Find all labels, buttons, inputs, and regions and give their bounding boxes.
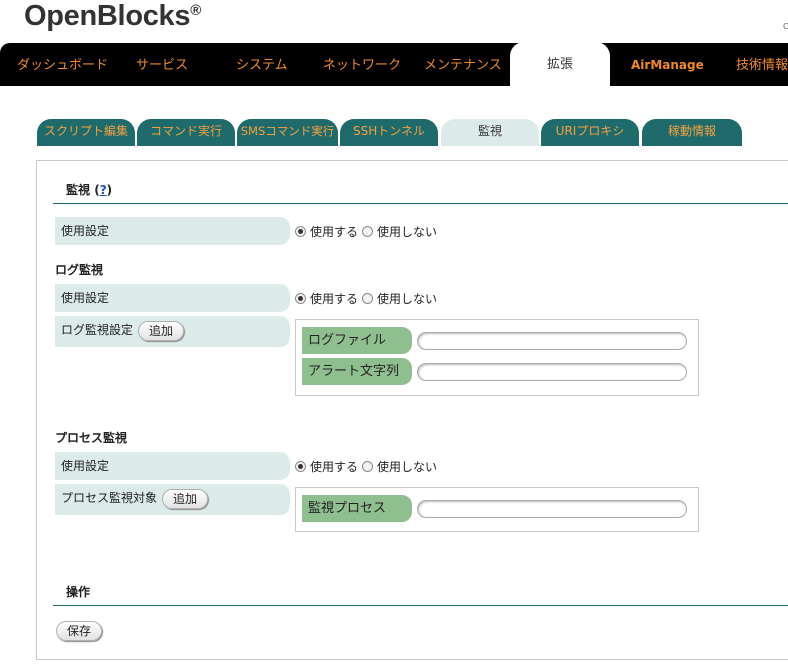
log-usage-on-label: 使用する — [310, 292, 359, 306]
log-usage-off-radio[interactable] — [362, 293, 374, 304]
nav-dashboard[interactable]: ダッシュボード — [17, 43, 108, 86]
log-usage-off-label: 使用しない — [377, 292, 438, 306]
process-usage-off-radio[interactable] — [362, 461, 374, 472]
log-usage-label: 使用設定 — [55, 284, 290, 312]
tab-sms-command-exec[interactable]: SMSコマンド実行 — [237, 119, 338, 146]
monitor-process-label: 監視プロセス — [302, 495, 412, 522]
help-link[interactable]: ? — [100, 183, 107, 197]
log-usage-radio-group: 使用する 使用しない — [295, 290, 441, 307]
nav-airmanage[interactable]: AirManage — [631, 43, 704, 86]
tab-monitor[interactable]: 監視 — [441, 119, 539, 146]
save-button[interactable]: 保存 — [56, 621, 103, 641]
operations-title: 操作 — [66, 585, 91, 599]
log-add-button[interactable]: 追加 — [138, 321, 185, 341]
tab-uri-proxy[interactable]: URIプロキシ — [541, 119, 639, 146]
log-monitor-title: ログ監視 — [55, 263, 104, 277]
process-usage-off-label: 使用しない — [377, 460, 438, 474]
tab-command-exec[interactable]: コマンド実行 — [137, 119, 235, 146]
log-file-input[interactable] — [417, 332, 687, 350]
nav-extension[interactable]: 拡張 — [510, 42, 610, 87]
log-usage-on-radio[interactable] — [295, 293, 306, 304]
process-target-label: プロセス監視対象 — [61, 491, 158, 505]
log-setting-label: ログ監視設定 — [61, 323, 134, 337]
nav-network[interactable]: ネットワーク — [323, 43, 401, 86]
monitor-title-text: 監視 — [66, 183, 91, 197]
monitor-usage-on-radio[interactable] — [295, 226, 306, 237]
monitor-section-title: 監視 (?) — [66, 181, 112, 198]
process-usage-label: 使用設定 — [55, 452, 290, 480]
monitor-usage-on-label: 使用する — [310, 225, 359, 239]
monitor-usage-off-label: 使用しない — [377, 225, 438, 239]
openblocks-logo: OpenBlocks® — [24, 0, 201, 33]
monitor-usage-label: 使用設定 — [55, 217, 290, 245]
alert-string-label: アラート文字列 — [302, 358, 412, 385]
tab-ssh-tunnel[interactable]: SSHトンネル — [340, 119, 438, 146]
nav-maintenance[interactable]: メンテナンス — [424, 43, 502, 86]
help-close-paren: ) — [106, 183, 113, 197]
registered-mark: ® — [190, 2, 201, 19]
monitor-divider — [53, 203, 788, 204]
alert-string-input[interactable] — [417, 363, 687, 381]
process-usage-on-radio[interactable] — [295, 461, 306, 472]
operations-divider — [53, 605, 788, 606]
logo-text: OpenBlocks — [24, 0, 191, 32]
tab-operating-info[interactable]: 稼動情報 — [642, 119, 742, 146]
process-usage-on-label: 使用する — [310, 460, 359, 474]
corner-mark: C — [783, 22, 788, 31]
log-file-label: ログファイル — [302, 327, 412, 354]
nav-tech-info[interactable]: 技術情報 — [736, 43, 788, 86]
nav-system[interactable]: システム — [236, 43, 288, 86]
nav-services[interactable]: サービス — [136, 43, 188, 86]
process-monitor-title: プロセス監視 — [55, 431, 128, 445]
top-navigation: ダッシュボード サービス システム ネットワーク メンテナンス 拡張 AirMa… — [0, 42, 788, 87]
tab-script-edit[interactable]: スクリプト編集 — [37, 119, 135, 146]
monitor-usage-off-radio[interactable] — [362, 226, 374, 237]
monitor-usage-radio-group: 使用する 使用しない — [295, 223, 441, 240]
process-usage-radio-group: 使用する 使用しない — [295, 458, 441, 475]
process-add-button[interactable]: 追加 — [162, 489, 209, 509]
monitor-process-input[interactable] — [417, 500, 687, 518]
